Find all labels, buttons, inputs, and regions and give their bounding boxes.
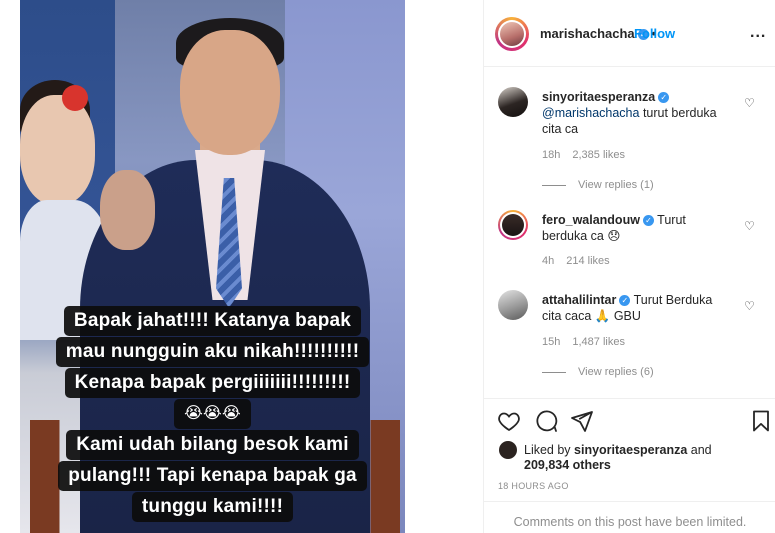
liked-by-others[interactable]: 209,834 others <box>524 458 611 472</box>
commenter-avatar[interactable] <box>498 210 528 240</box>
post-header: marishachacha ✓ • Follow ... <box>484 0 775 67</box>
author-avatar[interactable] <box>495 17 529 51</box>
post-side-panel: marishachacha ✓ • Follow ... sinyoritaespe… <box>483 0 775 533</box>
heart-icon[interactable]: ♡ <box>744 219 755 233</box>
photo-thumbs-up-hand <box>100 170 155 250</box>
commenter-username[interactable]: sinyoritaesperanza <box>542 90 655 104</box>
author-username-text[interactable]: marishachacha <box>540 26 635 41</box>
caption-line: Kami udah bilang besok kami <box>66 430 359 460</box>
bookmark-icon[interactable] <box>749 409 773 433</box>
post-photo[interactable]: Bapak jahat!!!! Katanya bapak mau nunggu… <box>20 0 405 533</box>
verified-icon: ✓ <box>619 295 631 307</box>
liked-by-summary[interactable]: Liked by sinyoritaesperanza and 209,834 … <box>524 443 712 473</box>
caption-line: Bapak jahat!!!! Katanya bapak <box>63 306 362 336</box>
replies-dash <box>542 184 566 186</box>
post-media[interactable]: Bapak jahat!!!! Katanya bapak mau nunggu… <box>0 0 483 533</box>
comment-likes[interactable]: 214 likes <box>566 255 609 267</box>
view-replies-button[interactable]: View replies (6) <box>542 366 654 378</box>
more-icon[interactable]: ... <box>750 24 766 42</box>
post-timestamp[interactable]: 18 HOURS AGO <box>498 481 569 491</box>
view-replies-button[interactable]: View replies (1) <box>542 179 654 191</box>
photo-girl-face <box>20 95 95 205</box>
heart-icon[interactable]: ♡ <box>744 96 755 110</box>
follow-button[interactable]: Follow <box>634 26 675 41</box>
comment-meta: 15h 1,487 likes <box>542 336 637 348</box>
heart-icon[interactable]: ♡ <box>744 299 755 313</box>
comment-likes[interactable]: 1,487 likes <box>572 336 625 348</box>
post-actions: Liked by sinyoritaesperanza and 209,834 … <box>484 398 775 533</box>
caption-line: tunggu kami!!!! <box>131 492 294 522</box>
view-replies-label[interactable]: View replies (6) <box>578 366 654 378</box>
story-caption: Bapak jahat!!!! Katanya bapak mau nunggu… <box>20 306 405 523</box>
comments-limited-notice: Comments on this post have been limited. <box>484 501 775 533</box>
comment-time[interactable]: 15h <box>542 336 560 348</box>
heart-icon[interactable] <box>497 409 521 433</box>
comment-meta: 4h 214 likes <box>542 255 622 267</box>
caption-line: mau nungguin aku nikah!!!!!!!!!! <box>55 337 370 367</box>
commenter-avatar[interactable] <box>498 87 528 117</box>
commenter-username[interactable]: attahalilintar <box>542 293 616 307</box>
comment-mention[interactable]: @marishachacha <box>542 106 639 120</box>
comment-time[interactable]: 4h <box>542 255 554 267</box>
commenter-avatar[interactable] <box>498 290 528 320</box>
share-icon[interactable] <box>570 409 594 433</box>
instagram-post-window: Bapak jahat!!!! Katanya bapak mau nunggu… <box>0 0 775 533</box>
comment-meta: 18h 2,385 likes <box>542 149 637 161</box>
comment-icon[interactable] <box>534 409 558 433</box>
liked-by-and: and <box>687 443 712 457</box>
caption-emoji-line: 😭😭😭 <box>174 399 251 429</box>
comment-text: fero_walandouw ✓ Turut berduka ca 😞 <box>542 212 732 244</box>
view-replies-label[interactable]: View replies (1) <box>578 179 654 191</box>
comment-time[interactable]: 18h <box>542 149 560 161</box>
liked-by-prefix: Liked by <box>524 443 575 457</box>
comments-list[interactable]: sinyoritaesperanza ✓ @marishachacha turut… <box>484 67 775 397</box>
photo-flower <box>62 85 88 111</box>
caption-line: pulang!!! Tapi kenapa bapak ga <box>58 461 367 491</box>
avatar-image <box>500 22 524 46</box>
liked-by-user[interactable]: sinyoritaesperanza <box>574 443 687 457</box>
comment-likes[interactable]: 2,385 likes <box>572 149 625 161</box>
replies-dash <box>542 371 566 373</box>
commenter-username[interactable]: fero_walandouw <box>542 213 640 227</box>
verified-icon: ✓ <box>658 92 670 104</box>
liked-by-avatar[interactable] <box>499 441 517 459</box>
comment-text: attahalilintar ✓ Turut Berduka cita caca … <box>542 292 732 324</box>
verified-icon: ✓ <box>642 215 654 227</box>
caption-line: Kenapa bapak pergiiiiiii!!!!!!!!! <box>64 368 361 398</box>
photo-face <box>180 30 280 155</box>
comment-text: sinyoritaesperanza ✓ @marishachacha turut… <box>542 89 732 137</box>
